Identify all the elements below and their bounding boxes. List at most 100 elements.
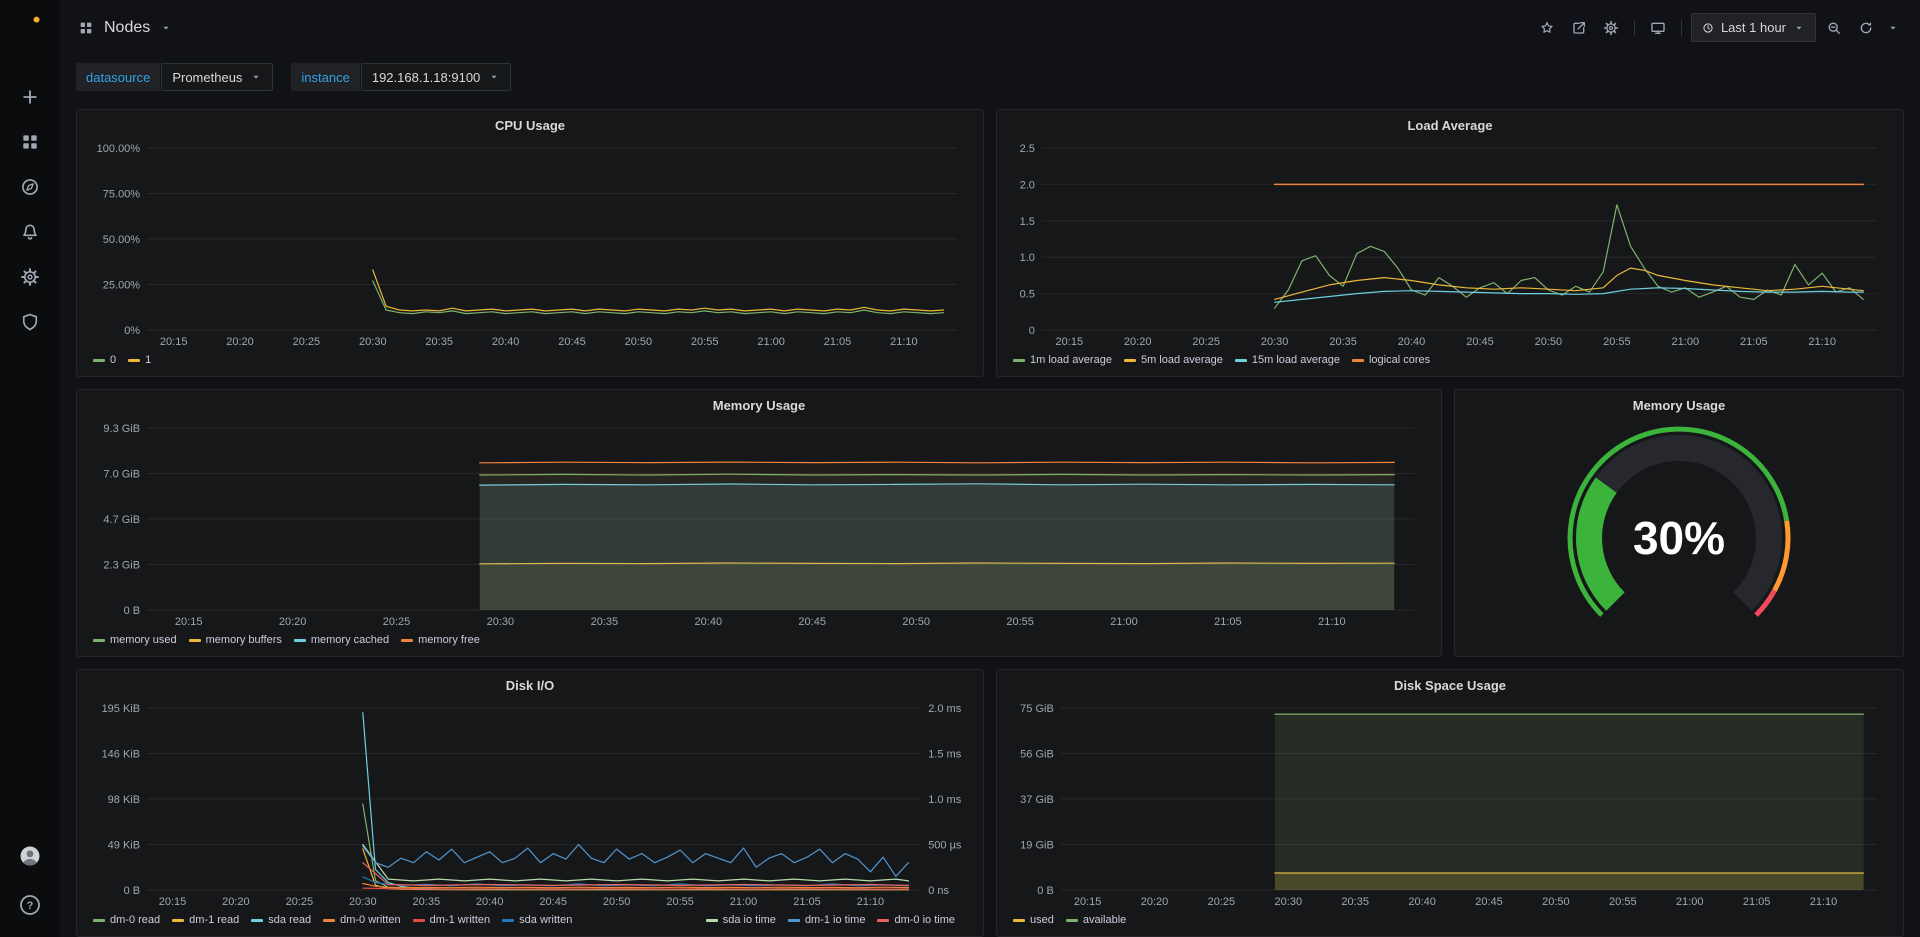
legend-item[interactable]: dm-0 read [93,914,160,926]
legend-item[interactable]: dm-1 written [413,914,491,926]
disk-space-usage-chart[interactable]: 0 B19 GiB37 GiB56 GiB75 GiB20:1520:2020:… [1009,698,1891,910]
gear-icon [20,267,40,287]
y-axis-label: 4.7 GiB [103,514,140,526]
legend-item[interactable]: 5m load average [1124,354,1223,366]
refresh-button[interactable] [1852,14,1880,42]
share-button[interactable] [1565,14,1593,42]
y-axis-label: 49 KiB [108,840,140,852]
y-axis-label: 2.5 [1020,143,1035,155]
dashboard-settings-button[interactable] [1597,14,1625,42]
refresh-icon [1858,20,1874,36]
dashboard-row: Disk I/O 0 B49 KiB98 KiB146 KiB195 KiB0 … [76,669,1904,937]
panel-title[interactable]: Disk Space Usage [1009,674,1891,698]
cpu-usage-chart[interactable]: 0%25.00%50.00%75.00%100.00%20:1520:2020:… [89,138,971,350]
sidebar-item-alerting[interactable] [10,214,50,250]
legend-item[interactable]: memory free [401,634,480,646]
panel-memory-usage-gauge: Memory Usage 30% [1454,389,1904,657]
sidebar-item-server-admin[interactable] [10,304,50,340]
question-icon [18,893,42,917]
bell-icon [20,222,40,242]
panel-title[interactable]: CPU Usage [89,114,971,138]
y-axis-label: 0.5 [1020,289,1035,301]
legend-item[interactable]: 15m load average [1235,354,1340,366]
variable-instance: instance 192.168.1.18:9100 [291,63,511,91]
legend-item[interactable]: memory used [93,634,177,646]
legend-item[interactable]: dm-0 io time [877,914,955,926]
panel-title[interactable]: Disk I/O [89,674,971,698]
panel-title[interactable]: Memory Usage [1467,394,1891,418]
x-axis-label: 21:10 [1808,336,1836,348]
disk-io-chart[interactable]: 0 B49 KiB98 KiB146 KiB195 KiB0 ns500 µs1… [89,698,971,910]
legend-item[interactable]: sda io time [706,914,776,926]
dashboard-title-button[interactable]: Nodes [78,19,172,37]
memory-usage-chart[interactable]: 0 B2.3 GiB4.7 GiB7.0 GiB9.3 GiB20:1520:2… [89,418,1429,630]
series-line [373,270,944,311]
legend-item[interactable]: 1m load average [1013,354,1112,366]
sidebar-item-dashboards[interactable] [10,124,50,160]
legend-swatch [877,919,889,922]
x-axis-label: 21:10 [1318,616,1346,628]
grafana-app: Nodes Last 1 hour [0,0,1920,937]
legend-swatch [172,919,184,922]
legend-item[interactable]: memory buffers [189,634,282,646]
legend-item[interactable]: sda written [502,914,572,926]
legend-item[interactable]: 1 [128,354,151,366]
legend-item[interactable]: dm-0 written [323,914,401,926]
y2-axis-label: 500 µs [928,840,962,852]
plus-icon [20,87,40,107]
apps-icon [78,20,94,36]
y-axis-label: 56 GiB [1020,749,1054,761]
x-axis-label: 20:15 [175,616,203,628]
y-axis-label: 2.3 GiB [103,560,140,572]
x-axis-label: 20:45 [539,896,567,908]
variable-value-datasource[interactable]: Prometheus [161,63,273,91]
sidebar-item-configuration[interactable] [10,259,50,295]
load-average-chart[interactable]: 00.51.01.52.02.520:1520:2020:2520:3020:3… [1009,138,1891,350]
legend-item[interactable]: 0 [93,354,116,366]
legend-label: memory buffers [206,634,282,646]
series-line [363,845,909,877]
star-button[interactable] [1533,14,1561,42]
sidebar-item-create[interactable] [10,79,50,115]
cycle-view-button[interactable] [1644,14,1672,42]
x-axis-label: 20:30 [1261,336,1289,348]
legend-item[interactable]: dm-1 io time [788,914,866,926]
zoom-out-button[interactable] [1820,14,1848,42]
legend-item[interactable]: dm-1 read [172,914,239,926]
legend-item[interactable]: logical cores [1352,354,1430,366]
panel-title[interactable]: Load Average [1009,114,1891,138]
time-range-picker[interactable]: Last 1 hour [1691,13,1816,42]
grafana-logo[interactable] [0,0,60,55]
x-axis-label: 20:55 [1609,896,1637,908]
legend-item[interactable]: available [1066,914,1126,926]
memory-usage-gauge[interactable]: 30% [1467,418,1891,650]
variable-value-instance[interactable]: 192.168.1.18:9100 [361,63,511,91]
legend-swatch [413,919,425,922]
x-axis-label: 20:20 [1124,336,1152,348]
user-avatar[interactable] [10,838,50,874]
star-icon [1539,20,1555,36]
x-axis-label: 21:00 [757,336,785,348]
legend-item[interactable]: used [1013,914,1054,926]
chevron-down-icon [1887,22,1899,34]
legend-item[interactable]: sda read [251,914,311,926]
sidebar-item-help[interactable] [10,887,50,923]
legend-label: memory cached [311,634,389,646]
y-axis-label: 75.00% [103,189,141,201]
x-axis-label: 21:00 [730,896,758,908]
chart-container: 0 B49 KiB98 KiB146 KiB195 KiB0 ns500 µs1… [89,698,971,910]
x-axis-label: 20:45 [1475,896,1503,908]
x-axis-label: 20:15 [1074,896,1102,908]
x-axis-label: 20:35 [425,336,453,348]
chevron-down-icon [488,71,500,83]
panel-title[interactable]: Memory Usage [89,394,1429,418]
y-axis-label: 50.00% [103,234,141,246]
legend-item[interactable]: memory cached [294,634,389,646]
refresh-interval-button[interactable] [1884,14,1902,42]
x-axis-label: 20:15 [1056,336,1084,348]
sidebar-item-explore[interactable] [10,169,50,205]
x-axis-label: 20:30 [359,336,387,348]
legend-swatch [1013,359,1025,362]
legend-swatch [1235,359,1247,362]
x-axis-label: 20:50 [1535,336,1563,348]
